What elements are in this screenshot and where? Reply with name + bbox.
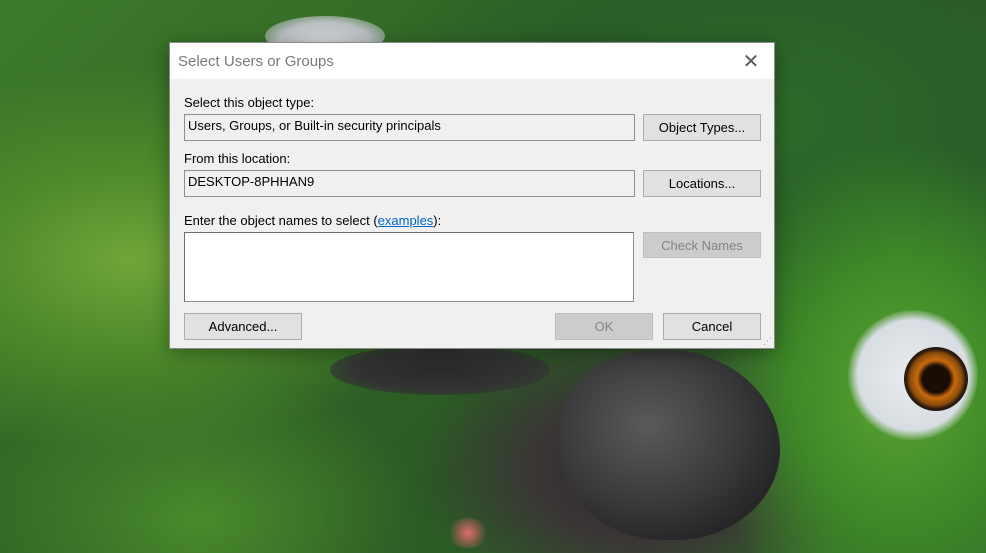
object-names-label: Enter the object names to select (exampl… (184, 213, 441, 228)
examples-link[interactable]: examples (378, 213, 434, 228)
object-type-label: Select this object type: (184, 95, 315, 110)
dialog-title: Select Users or Groups (178, 53, 334, 70)
location-field: DESKTOP-8PHHAN9 (184, 170, 635, 197)
close-icon: ✕ (742, 49, 760, 73)
object-names-input[interactable] (184, 232, 634, 302)
wallpaper-detail (904, 347, 968, 411)
check-names-button[interactable]: Check Names (643, 232, 761, 258)
close-button[interactable]: ✕ (728, 43, 774, 79)
object-types-button[interactable]: Object Types... (643, 114, 761, 141)
object-type-field: Users, Groups, or Built-in security prin… (184, 114, 635, 141)
location-label: From this location: (184, 151, 291, 166)
wallpaper-detail (330, 345, 550, 395)
cancel-button[interactable]: Cancel (663, 313, 761, 340)
wallpaper-detail (560, 350, 780, 540)
title-bar[interactable]: Select Users or Groups ✕ (170, 43, 774, 79)
locations-button[interactable]: Locations... (643, 170, 761, 197)
object-names-label-prefix: Enter the object names to select ( (184, 213, 378, 228)
object-names-label-suffix: ): (433, 213, 442, 228)
advanced-button[interactable]: Advanced... (184, 313, 302, 340)
resize-grip-icon[interactable]: ⋰ (763, 337, 773, 347)
select-users-or-groups-dialog: Select Users or Groups ✕ Select this obj… (169, 42, 775, 349)
wallpaper-detail (448, 518, 488, 548)
ok-button[interactable]: OK (555, 313, 653, 340)
